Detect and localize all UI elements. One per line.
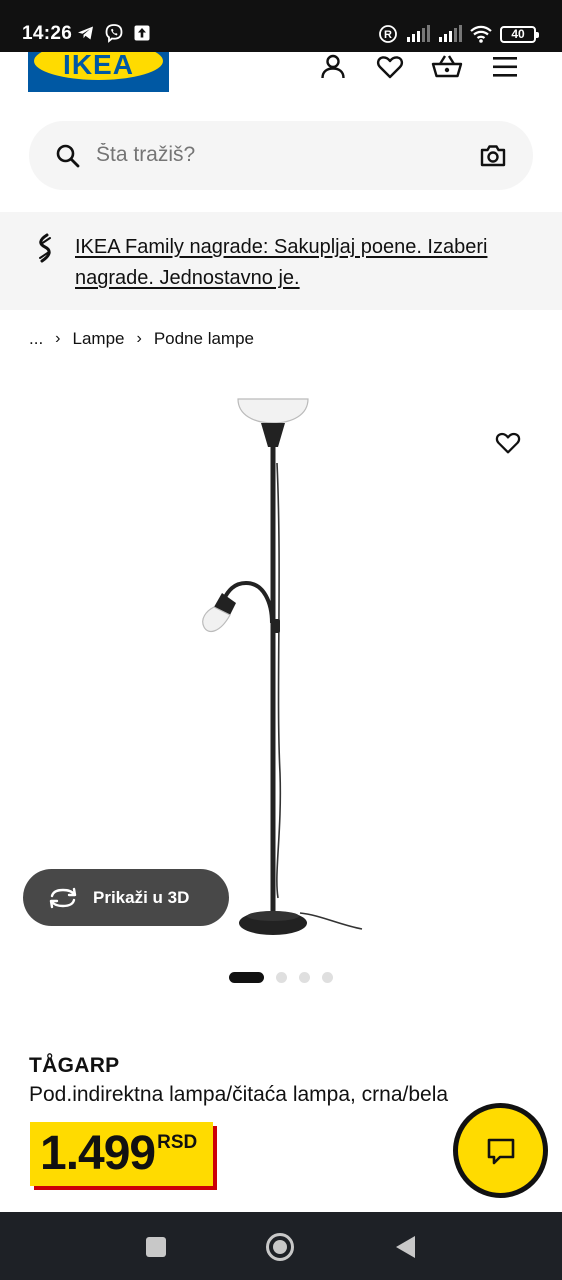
svg-text:R: R <box>384 29 392 41</box>
heart-icon <box>376 56 404 79</box>
product-image-gallery[interactable]: Prikaži u 3D <box>0 365 562 955</box>
carousel-dot[interactable] <box>299 972 310 983</box>
search-bar[interactable] <box>29 121 533 190</box>
circle-icon <box>266 1233 294 1261</box>
battery-level: 40 <box>511 27 525 41</box>
signal-icon <box>407 25 430 42</box>
status-time: 14:26 <box>22 23 73 44</box>
status-bar: 14:26 R 40 <box>0 0 562 52</box>
cart-icon <box>431 55 463 78</box>
view-in-3d-label: Prikaži u 3D <box>93 887 190 907</box>
wifi-icon <box>470 25 492 43</box>
system-navigation-bar <box>0 1212 562 1280</box>
price-currency: RSD <box>157 1132 198 1153</box>
breadcrumb-item-lampe[interactable]: Lampe <box>73 329 125 349</box>
back-button[interactable] <box>390 1232 420 1262</box>
chevron-right-icon: › <box>136 330 142 347</box>
rotate-3d-icon <box>49 887 77 908</box>
viber-icon <box>105 24 123 43</box>
search-icon[interactable] <box>55 143 81 169</box>
battery-icon: 40 <box>500 25 539 43</box>
recents-button[interactable] <box>141 1232 171 1262</box>
breadcrumb-item-podne-lampe[interactable]: Podne lampe <box>154 329 254 349</box>
price-value: 1.499 <box>40 1127 156 1180</box>
back-triangle-icon <box>396 1236 415 1258</box>
image-carousel-indicator[interactable] <box>229 972 333 983</box>
favourite-product-button[interactable] <box>494 429 522 462</box>
menu-icon <box>493 57 517 77</box>
product-description: Pod.indirektna lampa/čitaća lampa, crna/… <box>29 1083 449 1106</box>
price-tag: 1.499 RSD <box>30 1122 214 1186</box>
favourites-button[interactable] <box>373 52 407 82</box>
carousel-dot[interactable] <box>322 972 333 983</box>
chat-icon <box>487 1138 514 1164</box>
search-input[interactable] <box>96 143 456 167</box>
family-promo-banner[interactable]: IKEA Family nagrade: Sakupljaj poene. Iz… <box>0 212 562 310</box>
chat-button[interactable] <box>453 1103 548 1198</box>
telegram-icon <box>78 26 93 40</box>
cart-button[interactable] <box>430 52 464 82</box>
upload-icon <box>134 25 150 41</box>
breadcrumb: ... › Lampe › Podne lampe <box>29 329 254 349</box>
account-button[interactable] <box>316 52 350 82</box>
menu-button[interactable] <box>488 52 522 82</box>
breadcrumb-ellipsis[interactable]: ... <box>29 329 43 349</box>
heart-icon <box>495 432 521 454</box>
ikea-logo[interactable]: IKEA <box>28 52 169 92</box>
camera-icon[interactable] <box>479 143 507 169</box>
carousel-dot[interactable] <box>229 972 264 983</box>
square-icon <box>146 1237 166 1257</box>
user-icon <box>321 54 345 79</box>
signal-icon <box>439 25 462 42</box>
promo-link[interactable]: IKEA Family nagrade: Sakupljaj poene. Iz… <box>75 232 525 294</box>
chevron-right-icon: › <box>55 330 61 347</box>
home-button[interactable] <box>265 1232 295 1262</box>
ikea-family-icon <box>39 233 51 263</box>
product-image <box>202 398 363 935</box>
registered-icon: R <box>379 25 397 43</box>
logo-text: IKEA <box>63 52 134 80</box>
carousel-dot[interactable] <box>276 972 287 983</box>
site-header: IKEA <box>0 52 562 100</box>
view-in-3d-button[interactable]: Prikaži u 3D <box>23 869 229 926</box>
product-name: TÅGARP <box>29 1054 120 1077</box>
